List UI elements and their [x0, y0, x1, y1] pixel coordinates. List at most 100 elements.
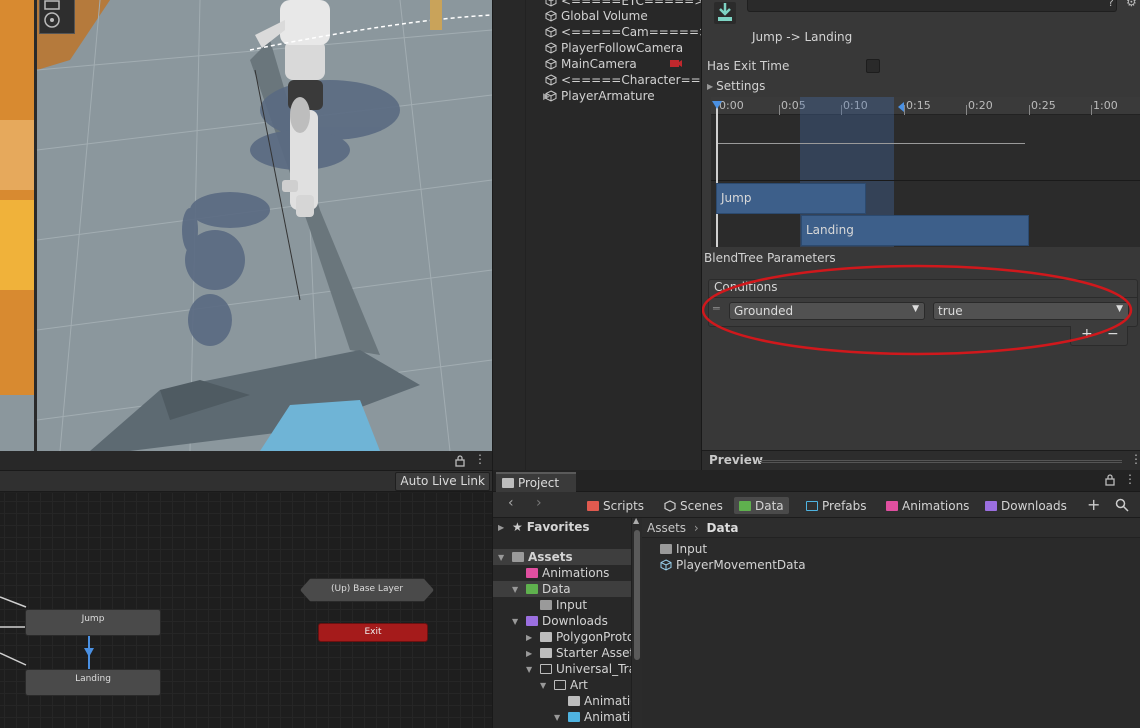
expanded-arrow-icon: ▼: [498, 552, 505, 562]
exit-state[interactable]: Exit: [318, 623, 428, 642]
tree-polygon[interactable]: ▶ PolygonProto: [526, 629, 631, 645]
playhead[interactable]: [716, 103, 718, 247]
preview-bar[interactable]: Preview ⋮: [702, 450, 1140, 470]
expanded-arrow-icon: ▼: [540, 680, 547, 690]
jump-state[interactable]: Jump: [25, 609, 161, 636]
tree-animations-sub2[interactable]: ▼ Animatio: [554, 709, 631, 725]
tree-assets[interactable]: ▼ Assets: [493, 549, 631, 565]
hierarchy-item[interactable]: Global Volume: [545, 8, 648, 24]
folder-open-icon: [540, 664, 552, 674]
favorite-downloads[interactable]: Downloads: [980, 497, 1072, 514]
has-exit-time-checkbox[interactable]: [866, 59, 880, 73]
folder-icon: [806, 500, 818, 511]
favorite-prefabs[interactable]: Prefabs: [801, 497, 872, 514]
hierarchy-item[interactable]: MainCamera: [545, 56, 637, 72]
clip-from-label: Jump: [721, 191, 752, 205]
lock-icon[interactable]: [1105, 474, 1115, 486]
playhead-marker-icon[interactable]: [711, 100, 723, 112]
tree-input[interactable]: Input: [540, 597, 587, 613]
tree-label: Downloads: [542, 614, 608, 628]
project-folder-tree[interactable]: ▶ ★ Favorites ▼ Assets Animations ▼ Data…: [493, 518, 631, 728]
settings-foldout[interactable]: ▶ Settings: [707, 79, 765, 93]
hierarchy-panel[interactable]: <=====ETC=====> Global Volume <=====Cam=…: [492, 0, 721, 470]
tree-favorites[interactable]: ▶ ★ Favorites: [498, 519, 589, 535]
animator-panel[interactable]: ⋮ Auto Live Link (Up) Base Layer Exit Ju…: [0, 451, 492, 728]
transition-arrow-icon: [84, 648, 94, 657]
tree-data[interactable]: ▼ Data: [493, 581, 631, 597]
tree-scrollbar[interactable]: ▲: [631, 516, 642, 728]
favorite-animations[interactable]: Animations: [881, 497, 974, 514]
gameobject-icon: [545, 74, 557, 86]
lock-icon[interactable]: [455, 455, 465, 467]
rect-tool-icon: [44, 0, 60, 28]
project-content[interactable]: Assets › Data Input PlayerMovementData: [642, 518, 1140, 728]
tree-label: PolygonProto: [556, 630, 631, 644]
auto-live-link-button[interactable]: Auto Live Link: [395, 472, 490, 491]
clip-to[interactable]: Landing: [801, 215, 1029, 246]
add-button[interactable]: +: [1087, 495, 1100, 514]
tree-universal[interactable]: ▼ Universal_Tra: [526, 661, 631, 677]
favorite-label: Scenes: [680, 498, 723, 513]
tree-label: Animations: [542, 566, 610, 580]
expanded-arrow-icon: ▼: [512, 616, 519, 626]
hierarchy-item[interactable]: <=====Cam=====>: [545, 24, 709, 40]
tree-animations[interactable]: Animations: [526, 565, 609, 581]
collapsed-arrow-icon: ▶: [526, 632, 533, 642]
breadcrumb-separator-icon: ›: [693, 521, 699, 535]
transition-timeline[interactable]: 0:00 0:05 0:10 0:15 0:20 0:25 1:00 Jump …: [711, 97, 1140, 247]
folder-icon: [540, 648, 552, 658]
tree-label: Art: [570, 678, 588, 692]
favorite-label: Data: [755, 498, 784, 513]
more-menu-icon[interactable]: ⋮: [474, 452, 486, 466]
animator-tabbar: ⋮: [0, 451, 492, 471]
has-exit-time-label: Has Exit Time: [707, 59, 790, 73]
asset-player-movement-data[interactable]: PlayerMovementData: [660, 557, 806, 573]
tree-label: Animatio: [584, 694, 631, 708]
breadcrumb-root[interactable]: Assets: [647, 521, 686, 535]
landing-state[interactable]: Landing: [25, 669, 161, 696]
project-panel[interactable]: Project ⋮ ‹ › Scripts Scenes Data Prefab…: [492, 470, 1140, 728]
base-layer-state[interactable]: (Up) Base Layer: [300, 578, 434, 602]
timeline-ruler[interactable]: 0:00 0:05 0:10 0:15 0:20 0:25 1:00: [711, 97, 1140, 115]
tab-project[interactable]: Project: [496, 472, 576, 492]
ruler-tick-label: 1:00: [1093, 99, 1118, 112]
scroll-up-icon[interactable]: ▲: [633, 516, 639, 525]
tree-label: Universal_Tra: [556, 662, 631, 676]
help-icon[interactable]: ?: [1108, 0, 1114, 9]
scene-view[interactable]: [0, 0, 492, 451]
breadcrumb-current[interactable]: Data: [707, 521, 739, 535]
gear-icon[interactable]: ⚙: [1126, 0, 1137, 9]
scriptable-object-icon: [660, 559, 672, 571]
folder-open-icon: [554, 680, 566, 690]
favorite-scripts[interactable]: Scripts: [582, 497, 649, 514]
tree-starter[interactable]: ▶ Starter Asset: [526, 645, 631, 661]
scrollbar-thumb[interactable]: [634, 530, 640, 660]
tree-art[interactable]: ▼ Art: [540, 677, 588, 693]
back-arrow-icon[interactable]: ‹: [508, 495, 514, 511]
hierarchy-item[interactable]: PlayerArmature: [545, 88, 655, 104]
hierarchy-item-label: Global Volume: [561, 9, 648, 23]
hierarchy-item[interactable]: PlayerFollowCamera: [545, 40, 683, 56]
exit-state-label: Exit: [364, 627, 382, 637]
exit-time-marker-icon[interactable]: [897, 101, 905, 113]
hierarchy-item[interactable]: <=====Character====: [545, 72, 721, 88]
search-icon[interactable]: [1115, 498, 1129, 512]
transition-name-field[interactable]: [747, 0, 1117, 12]
inspector-panel[interactable]: ? ⚙ Jump -> Landing Has Exit Time ▶ Sett…: [701, 0, 1140, 470]
asset-input[interactable]: Input: [660, 541, 707, 557]
preview-splitter[interactable]: [760, 460, 1122, 463]
favorite-data[interactable]: Data: [734, 497, 789, 514]
tree-downloads[interactable]: ▼ Downloads: [512, 613, 608, 629]
more-menu-icon[interactable]: ⋮: [1130, 452, 1140, 466]
animator-graph[interactable]: (Up) Base Layer Exit Jump Landing: [0, 493, 492, 728]
favorite-label: Animations: [902, 498, 970, 513]
forward-arrow-icon[interactable]: ›: [536, 495, 542, 511]
ruler-tick-label: 0:25: [1031, 99, 1056, 112]
favorite-scenes[interactable]: Scenes: [659, 497, 728, 514]
scene-gizmo-button[interactable]: [39, 0, 75, 34]
more-menu-icon[interactable]: ⋮: [1124, 472, 1136, 486]
tree-animations-sub[interactable]: Animatio: [568, 693, 631, 709]
jump-state-label: Jump: [81, 614, 105, 624]
clip-from[interactable]: Jump: [716, 183, 866, 214]
transition-title: Jump -> Landing: [752, 30, 853, 44]
